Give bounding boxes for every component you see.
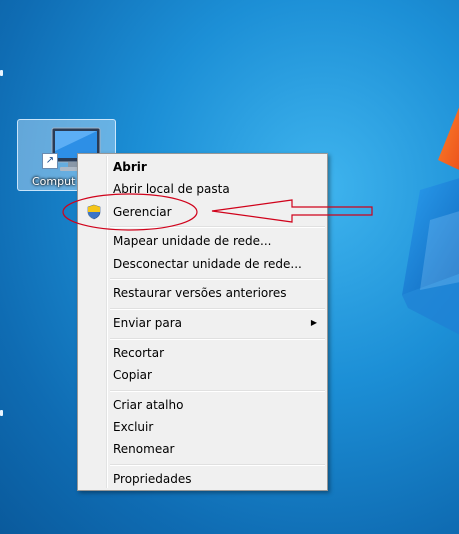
menu-item-recortar[interactable]: Recortar [80,342,325,364]
menu-item-label: Excluir [113,420,154,434]
desktop-edge-mark [0,70,3,76]
submenu-arrow-icon: ▶ [310,318,317,327]
menu-item-label: Propriedades [113,472,192,486]
menu-item-copiar[interactable]: Copiar [80,364,325,386]
menu-item-label: Renomear [113,442,175,456]
menu-item-propriedades[interactable]: Propriedades [80,468,325,490]
menu-item-criar-atalho[interactable]: Criar atalho [80,394,325,416]
menu-item-label: Gerenciar [113,205,172,219]
menu-item-label: Mapear unidade de rede... [113,234,272,248]
menu-separator [110,308,325,310]
computer-icon-label: Comput [32,175,76,188]
menu-separator [110,464,325,466]
uac-shield-icon [87,204,101,220]
menu-item-label: Criar atalho [113,398,184,412]
menu-item-restaurar[interactable]: Restaurar versões anteriores [80,282,325,304]
menu-item-excluir[interactable]: Excluir [80,416,325,438]
menu-item-label: Restaurar versões anteriores [113,286,287,300]
menu-separator [110,338,325,340]
menu-separator [110,390,325,392]
menu-separator [110,226,325,228]
menu-item-label: Abrir local de pasta [113,182,230,196]
desktop-background: ↗ Comput Abrir Abrir local de pasta Gere… [0,0,459,534]
menu-item-label: Abrir [113,160,147,174]
menu-item-label: Enviar para [113,316,182,330]
menu-item-label: Desconectar unidade de rede... [113,257,302,271]
desktop-edge-mark [0,410,3,416]
menu-item-label: Copiar [113,368,152,382]
menu-item-abrir[interactable]: Abrir [80,156,325,178]
menu-item-mapear[interactable]: Mapear unidade de rede... [80,230,325,252]
windows-logo-graphic [402,107,459,335]
menu-item-gerenciar[interactable]: Gerenciar [80,201,325,223]
menu-item-desconectar[interactable]: Desconectar unidade de rede... [80,253,325,275]
menu-item-enviar-para[interactable]: Enviar para ▶ [80,312,325,334]
context-menu: Abrir Abrir local de pasta Gerenciar Map… [77,153,328,491]
menu-item-label: Recortar [113,346,165,360]
shortcut-arrow-icon: ↗ [42,153,58,169]
menu-separator [110,278,325,280]
menu-item-abrir-local[interactable]: Abrir local de pasta [80,178,325,200]
menu-item-renomear[interactable]: Renomear [80,438,325,460]
